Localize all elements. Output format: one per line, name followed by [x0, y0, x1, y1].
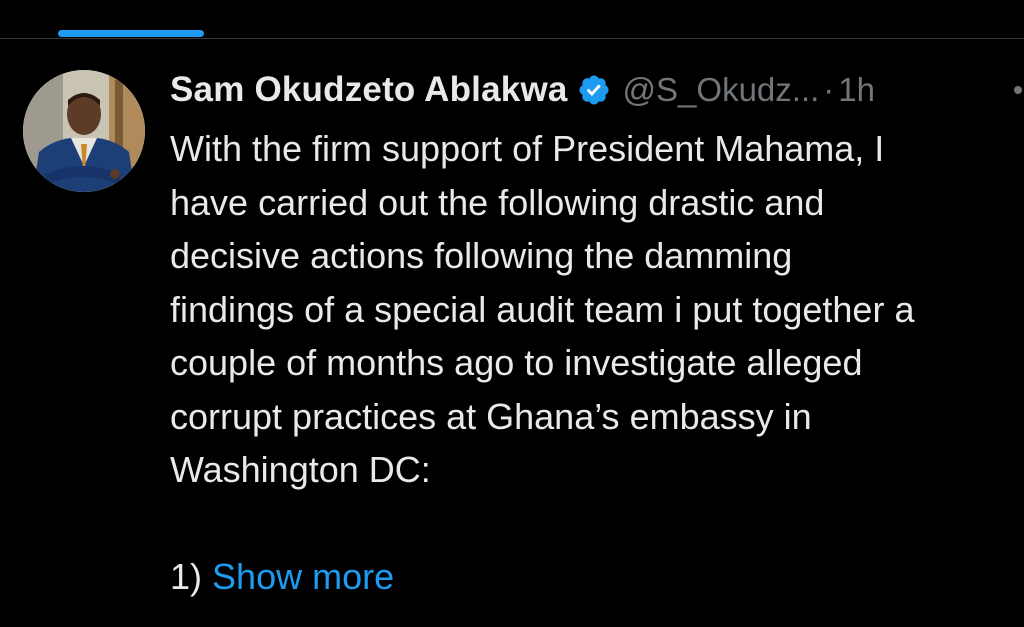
tweet-text-line: Washington DC: [170, 449, 431, 490]
active-tab-indicator[interactable] [58, 30, 204, 37]
show-more-link[interactable]: Show more [212, 556, 394, 597]
tweet-text-line: corrupt practices at Ghana’s embassy in [170, 395, 812, 437]
tweet-text-line: couple of months ago to investigate alle… [170, 342, 863, 383]
tweet-screen: Sam Okudzeto Ablakwa @S_Okudz... · 1h Wi… [0, 0, 1024, 627]
avatar[interactable] [23, 70, 145, 192]
tweet-timestamp[interactable]: 1h [838, 71, 875, 109]
tweet-header: Sam Okudzeto Ablakwa @S_Okudz... · 1h [170, 66, 875, 114]
author-name[interactable]: Sam Okudzeto Ablakwa [170, 70, 568, 110]
tweet-text-line: findings of a special audit team i put t… [170, 288, 915, 330]
tweet-text-last-line: 1) Show more [170, 550, 1024, 604]
tweet-text-line: decisive actions following the damming [170, 235, 793, 276]
author-handle[interactable]: @S_Okudz... [623, 71, 820, 109]
tweet-text-line: With the firm support of President Maham… [170, 128, 885, 169]
verified-badge-icon[interactable] [577, 73, 611, 107]
tweet-text: With the firm support of President Maham… [170, 122, 1024, 604]
more-options-icon[interactable] [1014, 86, 1022, 94]
meta-separator: · [823, 71, 835, 108]
tweet-text-line: have carried out the following drastic a… [170, 181, 825, 223]
list-start-text: 1) [170, 556, 203, 597]
timeline-tab-strip [0, 0, 1024, 39]
avatar-image [23, 70, 145, 192]
